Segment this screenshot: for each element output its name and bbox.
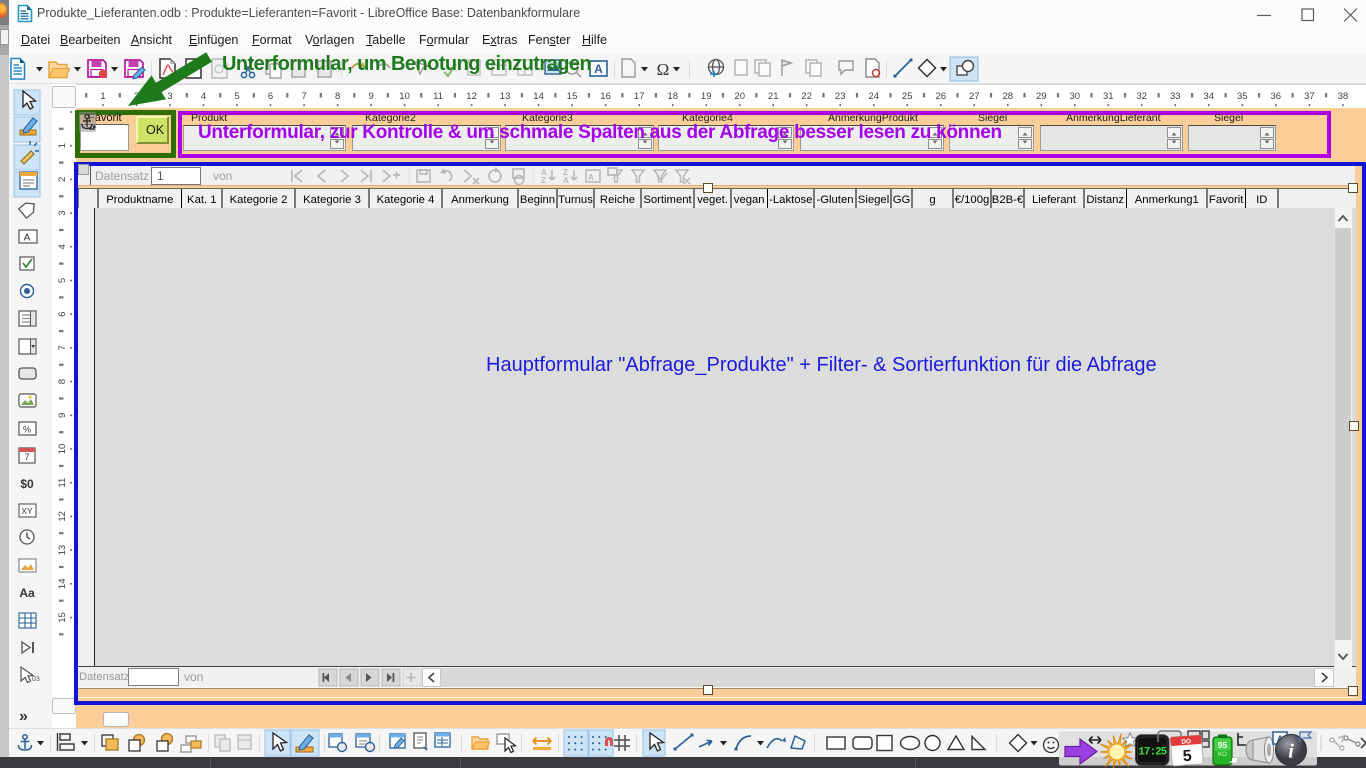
svg-text:$0: $0	[20, 477, 34, 491]
svg-text:Distanz: Distanz	[1086, 194, 1124, 206]
svg-text:13: 13	[500, 91, 511, 102]
svg-text:B2B-€: B2B-€	[992, 194, 1024, 206]
svg-text:20: 20	[734, 91, 745, 102]
svg-text:g: g	[929, 194, 935, 206]
svg-text:-Laktose: -Laktose	[769, 194, 812, 206]
svg-text:GG: GG	[893, 194, 911, 206]
svg-text:21: 21	[768, 91, 779, 102]
svg-text:XY: XY	[21, 506, 33, 516]
svg-text:A: A	[563, 176, 569, 185]
svg-text:10: 10	[399, 91, 410, 102]
svg-text:12: 12	[466, 91, 477, 102]
svg-text:38: 38	[1338, 91, 1349, 102]
svg-text:6: 6	[268, 91, 273, 102]
svg-text:Favorit: Favorit	[1209, 194, 1244, 206]
svg-text:15: 15	[567, 91, 578, 102]
svg-text:Anmerkung1: Anmerkung1	[1135, 194, 1199, 206]
svg-text:24: 24	[868, 91, 879, 102]
svg-text:17: 17	[634, 91, 645, 102]
svg-text:i: i	[1288, 741, 1294, 763]
svg-text:5: 5	[1182, 748, 1192, 766]
svg-text:Siegel: Siegel	[858, 194, 889, 206]
svg-text:33: 33	[1170, 91, 1181, 102]
svg-text:9: 9	[57, 413, 68, 418]
svg-text:5: 5	[57, 278, 68, 283]
svg-text:25: 25	[902, 91, 913, 102]
svg-text:4: 4	[57, 244, 68, 249]
svg-text:6: 6	[57, 312, 68, 317]
svg-text:KO: KO	[1218, 752, 1227, 758]
svg-text:A: A	[24, 233, 31, 244]
svg-text:12: 12	[57, 511, 68, 522]
svg-text:€/100g: €/100g	[955, 194, 990, 206]
svg-text:10: 10	[57, 444, 68, 455]
svg-text:22: 22	[801, 91, 812, 102]
svg-text:Lieferant: Lieferant	[1032, 194, 1077, 206]
svg-text:32: 32	[1137, 91, 1148, 102]
svg-text:28: 28	[1003, 91, 1014, 102]
svg-text:Reiche: Reiche	[600, 194, 635, 206]
svg-text:27: 27	[969, 91, 980, 102]
svg-text:03: 03	[32, 676, 40, 683]
svg-text:17:25: 17:25	[1138, 747, 1167, 759]
svg-text:A: A	[588, 173, 594, 182]
svg-text:DO: DO	[1181, 738, 1191, 746]
svg-text:95: 95	[1218, 740, 1228, 750]
svg-text:Kategorie 4: Kategorie 4	[377, 194, 435, 206]
svg-text:30: 30	[1070, 91, 1081, 102]
svg-text:29: 29	[1036, 91, 1047, 102]
svg-text:-Gluten: -Gluten	[816, 194, 853, 206]
svg-text:2: 2	[57, 177, 68, 182]
svg-text:13: 13	[57, 545, 68, 556]
svg-text:Produktname: Produktname	[106, 194, 173, 206]
svg-text:23: 23	[835, 91, 846, 102]
svg-text:Kat. 1: Kat. 1	[187, 194, 217, 206]
svg-text:34: 34	[1204, 91, 1215, 102]
svg-text:Ω: Ω	[657, 60, 670, 79]
svg-text:%: %	[23, 425, 31, 435]
svg-text:veget.: veget.	[697, 194, 728, 206]
svg-text:Kategorie 2: Kategorie 2	[230, 194, 288, 206]
svg-text:3: 3	[57, 210, 68, 215]
svg-text:11: 11	[433, 91, 443, 102]
svg-text:1: 1	[57, 143, 68, 148]
svg-text:26: 26	[936, 91, 947, 102]
svg-text:Beginn: Beginn	[520, 194, 555, 206]
svg-text:8: 8	[57, 379, 68, 384]
svg-text:ID: ID	[1256, 194, 1267, 206]
svg-text:14: 14	[533, 91, 544, 102]
svg-text:Aa: Aa	[19, 586, 35, 600]
svg-text:Z: Z	[541, 176, 546, 185]
svg-text:11: 11	[57, 478, 68, 488]
svg-text:36: 36	[1271, 91, 1282, 102]
svg-text:19: 19	[701, 91, 712, 102]
svg-text:Turnus: Turnus	[558, 194, 593, 206]
svg-text:Kategorie 3: Kategorie 3	[303, 194, 361, 206]
svg-text:Anmerkung: Anmerkung	[451, 194, 509, 206]
svg-text:7: 7	[301, 91, 306, 102]
svg-text:Sortiment: Sortiment	[643, 194, 692, 206]
svg-text:35: 35	[1237, 91, 1248, 102]
svg-text:14: 14	[57, 579, 68, 590]
svg-text:37: 37	[1304, 91, 1315, 102]
svg-text:16: 16	[600, 91, 611, 102]
svg-text:A: A	[594, 62, 603, 76]
svg-text:vegan: vegan	[734, 194, 765, 206]
svg-text:7: 7	[24, 452, 29, 462]
svg-text:18: 18	[667, 91, 678, 102]
svg-text:8: 8	[335, 91, 340, 102]
svg-text:15: 15	[57, 612, 68, 623]
svg-text:9: 9	[368, 91, 373, 102]
svg-text:7: 7	[57, 345, 68, 350]
svg-text:31: 31	[1103, 91, 1114, 102]
